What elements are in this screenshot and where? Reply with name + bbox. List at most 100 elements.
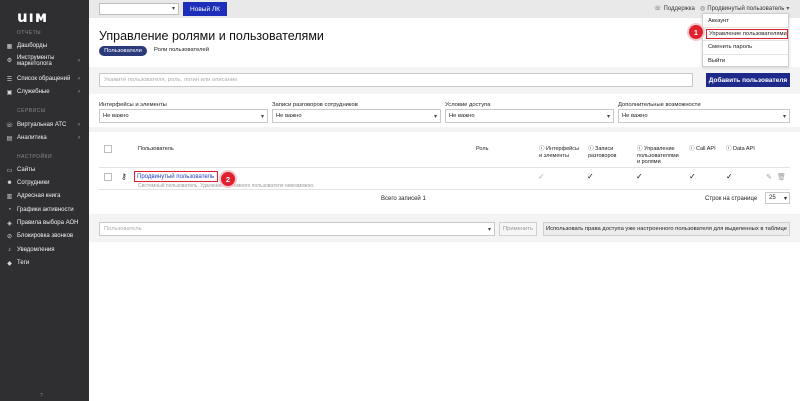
sidebar-item-aon-rules[interactable]: ◈ Правила выбора АОН: [6, 217, 86, 229]
chevron-down-icon: ▾: [171, 6, 175, 12]
filter-select-access[interactable]: Не важно ▾: [445, 109, 614, 123]
col-user[interactable]: Пользователь: [138, 146, 174, 153]
sidebar-help[interactable]: ?: [40, 393, 43, 399]
sidebar-item-address-book[interactable]: ▥ Адресная книга: [6, 190, 86, 202]
dashboard-icon: ▦: [6, 43, 13, 50]
account-select[interactable]: ▾: [99, 3, 179, 15]
apply-button[interactable]: Применить: [499, 222, 537, 236]
chevron-right-icon: ›: [78, 57, 80, 64]
sidebar-item-marketing-tools[interactable]: ⚙ Инструменты маркетолога ›: [6, 54, 86, 68]
key-icon: ⚷: [121, 172, 127, 181]
tag-icon: ◆: [7, 260, 12, 267]
divider: [703, 54, 788, 55]
chevron-down-icon: ▾: [260, 114, 264, 120]
tab-users[interactable]: Пользователи: [99, 46, 147, 56]
service-icon: ▣: [6, 89, 13, 96]
filter-label-interfaces: Интерфейсы и элементы: [99, 102, 167, 108]
logo: uıм: [17, 8, 49, 26]
block-icon: ⊘: [6, 233, 13, 240]
chart-icon: ▤: [6, 135, 13, 142]
sidebar-item-tags[interactable]: ◆ Теги: [6, 257, 86, 269]
section-services: СЕРВИСЫ: [17, 108, 46, 114]
delete-icon[interactable]: 🗑: [777, 173, 786, 181]
menu-item-account[interactable]: Аккаунт: [706, 16, 788, 26]
use-rights-button[interactable]: Использовать права доступа уже настроенн…: [543, 222, 790, 236]
step-badge-1: 1: [689, 25, 703, 39]
add-user-button[interactable]: Добавить пользователя: [706, 73, 790, 87]
sidebar-item-activity-graphs[interactable]: ◔ Графики активности: [6, 204, 86, 216]
col-data-api[interactable]: ⓘ Data API: [726, 146, 755, 153]
check-icon: ✓: [587, 172, 594, 181]
edit-icon[interactable]: ✎: [766, 173, 772, 181]
section-reports: ОТЧЕТЫ: [17, 30, 42, 36]
filter-label-extra: Дополнительные возможности: [618, 102, 701, 108]
filter-select-extra[interactable]: Не важно ▾: [618, 109, 790, 123]
sidebar-item-employees[interactable]: ☻ Сотрудники: [6, 177, 86, 189]
chevron-down-icon: ▾: [786, 6, 790, 12]
chevron-down-icon: ▾: [606, 114, 610, 120]
page-title: Управление ролями и пользователями: [99, 29, 324, 43]
chevron-down-icon: ▾: [487, 227, 491, 233]
tab-roles[interactable]: Роли пользователей: [154, 47, 209, 53]
user-icon: ◎: [700, 6, 706, 12]
topbar: ▾ Новый ЛК ☏ Поддержка ◎ Продвинутый польз…: [89, 0, 800, 18]
info-icon: ⓘ: [539, 146, 547, 152]
menu-item-change-password[interactable]: Сменить пароль: [706, 42, 788, 52]
step-badge-2: 2: [221, 172, 235, 186]
check-icon: ✓: [636, 172, 643, 181]
info-icon: ⓘ: [637, 146, 645, 152]
sidebar-item-sites[interactable]: ▭ Сайты: [6, 164, 86, 176]
user-dropdown: Аккаунт Управление пользователями Сменит…: [702, 13, 789, 67]
rows-per-page-label: Строк на странице: [705, 196, 758, 202]
sidebar-item-notifications[interactable]: ♪ Уведомления: [6, 244, 86, 256]
info-icon: ⓘ: [689, 146, 697, 152]
search-input[interactable]: Укажите пользователя, роль, логин или оп…: [99, 73, 693, 87]
user-link[interactable]: Продвинутый пользователь: [134, 171, 218, 182]
total-records: Всего записей 1: [381, 196, 426, 202]
users-icon: ☻: [6, 180, 13, 186]
menu-item-logout[interactable]: Выйти: [706, 56, 788, 66]
rows-per-page-select[interactable]: 25 ▾: [765, 192, 790, 204]
col-interfaces[interactable]: ⓘ Интерфейсы и элементы: [539, 146, 583, 159]
col-management[interactable]: ⓘ Управление пользователями и ролями: [637, 146, 683, 166]
sidebar-item-call-blocking[interactable]: ⊘ Блокировка звонков: [6, 230, 86, 242]
check-icon: ✓: [689, 172, 696, 181]
sidebar-item-analytics[interactable]: ▤ Аналитика ›: [6, 132, 86, 144]
bell-icon: ♪: [8, 247, 11, 253]
info-icon: ⓘ: [588, 146, 596, 152]
chevron-right-icon: ›: [78, 76, 80, 82]
chevron-down-icon: ▾: [783, 196, 787, 202]
col-records[interactable]: ⓘ Записи разговоров: [588, 146, 628, 159]
col-call-api[interactable]: ⓘ Call API: [689, 146, 716, 153]
sidebar-item-vats[interactable]: ☏ Виртуальная АТС ›: [6, 119, 86, 131]
table-header-divider: [99, 167, 790, 168]
chevron-right-icon: ›: [78, 122, 80, 128]
phone-icon: ☏: [654, 6, 662, 12]
tools-icon: ⚙: [6, 57, 13, 64]
info-icon: ⓘ: [726, 146, 734, 152]
user-menu[interactable]: ◎ Продвинутый пользователь ▾: [700, 5, 791, 13]
divider: [703, 40, 788, 41]
chevron-down-icon: ▾: [433, 114, 437, 120]
support-link[interactable]: ☏ Поддержка: [654, 5, 695, 13]
book-icon: ▥: [6, 193, 13, 200]
section-settings: НАСТРОЙКИ: [17, 154, 53, 160]
new-lk-button[interactable]: Новый ЛК: [183, 2, 227, 16]
filter-label-access: Условие доступа: [445, 102, 491, 108]
user-select[interactable]: Пользователь ▾: [99, 222, 495, 236]
divider: [703, 27, 788, 28]
col-role[interactable]: Роль: [476, 146, 488, 153]
menu-item-user-management[interactable]: Управление пользователями: [706, 29, 788, 39]
chevron-right-icon: ›: [78, 89, 80, 95]
sidebar-item-requests[interactable]: ☰ Список обращений ›: [6, 73, 86, 85]
check-icon: ✓: [538, 172, 545, 181]
chevron-down-icon: ▾: [782, 114, 786, 120]
row-checkbox[interactable]: [104, 173, 112, 181]
sidebar: uıм ОТЧЕТЫ ▦ Дашборды ⚙ Инструменты маркет…: [0, 0, 89, 401]
select-all-checkbox[interactable]: [104, 145, 112, 153]
filter-select-records[interactable]: Не важно ▾: [272, 109, 441, 123]
sidebar-item-service[interactable]: ▣ Служебные ›: [6, 86, 86, 98]
list-icon: ☰: [6, 76, 13, 83]
sidebar-item-dashboards[interactable]: ▦ Дашборды: [6, 40, 86, 52]
filter-select-interfaces[interactable]: Не важно ▾: [99, 109, 268, 123]
